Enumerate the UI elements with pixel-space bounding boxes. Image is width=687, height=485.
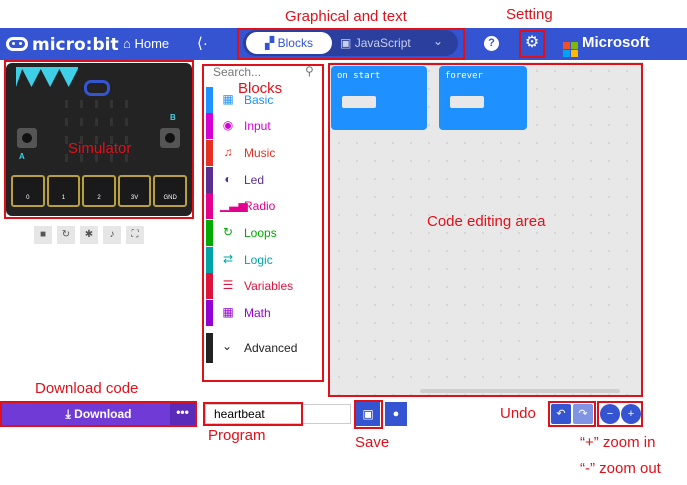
- annotation-box-blocks: [202, 64, 324, 382]
- annotation-zoom-out: “-” zoom out: [580, 460, 661, 477]
- share-icon[interactable]: ⟨·: [197, 34, 208, 52]
- brand-logo[interactable]: micro:bit: [6, 35, 119, 55]
- mute-icon[interactable]: ♪: [103, 226, 121, 244]
- annotation-undo: Undo: [500, 405, 536, 422]
- annotation-download-code: Download code: [35, 380, 139, 397]
- annotation-box-code: [328, 63, 643, 397]
- annotation-box-program: [203, 402, 303, 426]
- annotation-simulator: Simulator: [68, 140, 132, 157]
- annotation-box-undo: [548, 401, 596, 427]
- annotation-setting: Setting: [506, 6, 553, 23]
- microbit-logo-icon: [6, 37, 28, 51]
- home-button[interactable]: ⌂ Home: [123, 36, 169, 51]
- code-icon: ▣: [340, 36, 352, 50]
- annotation-box-download: [0, 401, 197, 427]
- github-icon: ●: [392, 408, 400, 420]
- annotation-graphical-text: Graphical and text: [285, 8, 407, 25]
- annotation-code-area: Code editing area: [427, 213, 546, 230]
- chevron-down-icon[interactable]: ⌄: [433, 34, 443, 48]
- stop-icon[interactable]: ■: [34, 226, 52, 244]
- debug-icon[interactable]: ✱: [80, 226, 98, 244]
- tab-blocks[interactable]: ▞ Blocks: [246, 32, 332, 54]
- microsoft-icon: [563, 42, 578, 57]
- annotation-zoom-in: “+” zoom in: [580, 434, 656, 451]
- annotation-save: Save: [355, 434, 390, 451]
- annotation-box-zoom: [597, 401, 643, 427]
- simulator-controls: ■ ↻ ✱ ♪ ⛶: [34, 226, 144, 244]
- microsoft-logo[interactable]: Microsoft: [563, 34, 650, 57]
- tab-javascript[interactable]: ▣ JavaScript: [340, 32, 430, 54]
- annotation-blocks: Blocks: [238, 80, 283, 97]
- question-icon[interactable]: ?: [484, 36, 499, 51]
- fullscreen-icon[interactable]: ⛶: [126, 226, 144, 244]
- restart-icon[interactable]: ↻: [57, 226, 75, 244]
- github-button[interactable]: ●: [385, 402, 407, 426]
- gear-icon[interactable]: ⚙: [522, 33, 542, 53]
- puzzle-icon: ▞: [265, 36, 275, 50]
- home-icon: ⌂: [123, 36, 131, 51]
- annotation-program: Program: [208, 427, 266, 444]
- annotation-box-save: [354, 400, 383, 429]
